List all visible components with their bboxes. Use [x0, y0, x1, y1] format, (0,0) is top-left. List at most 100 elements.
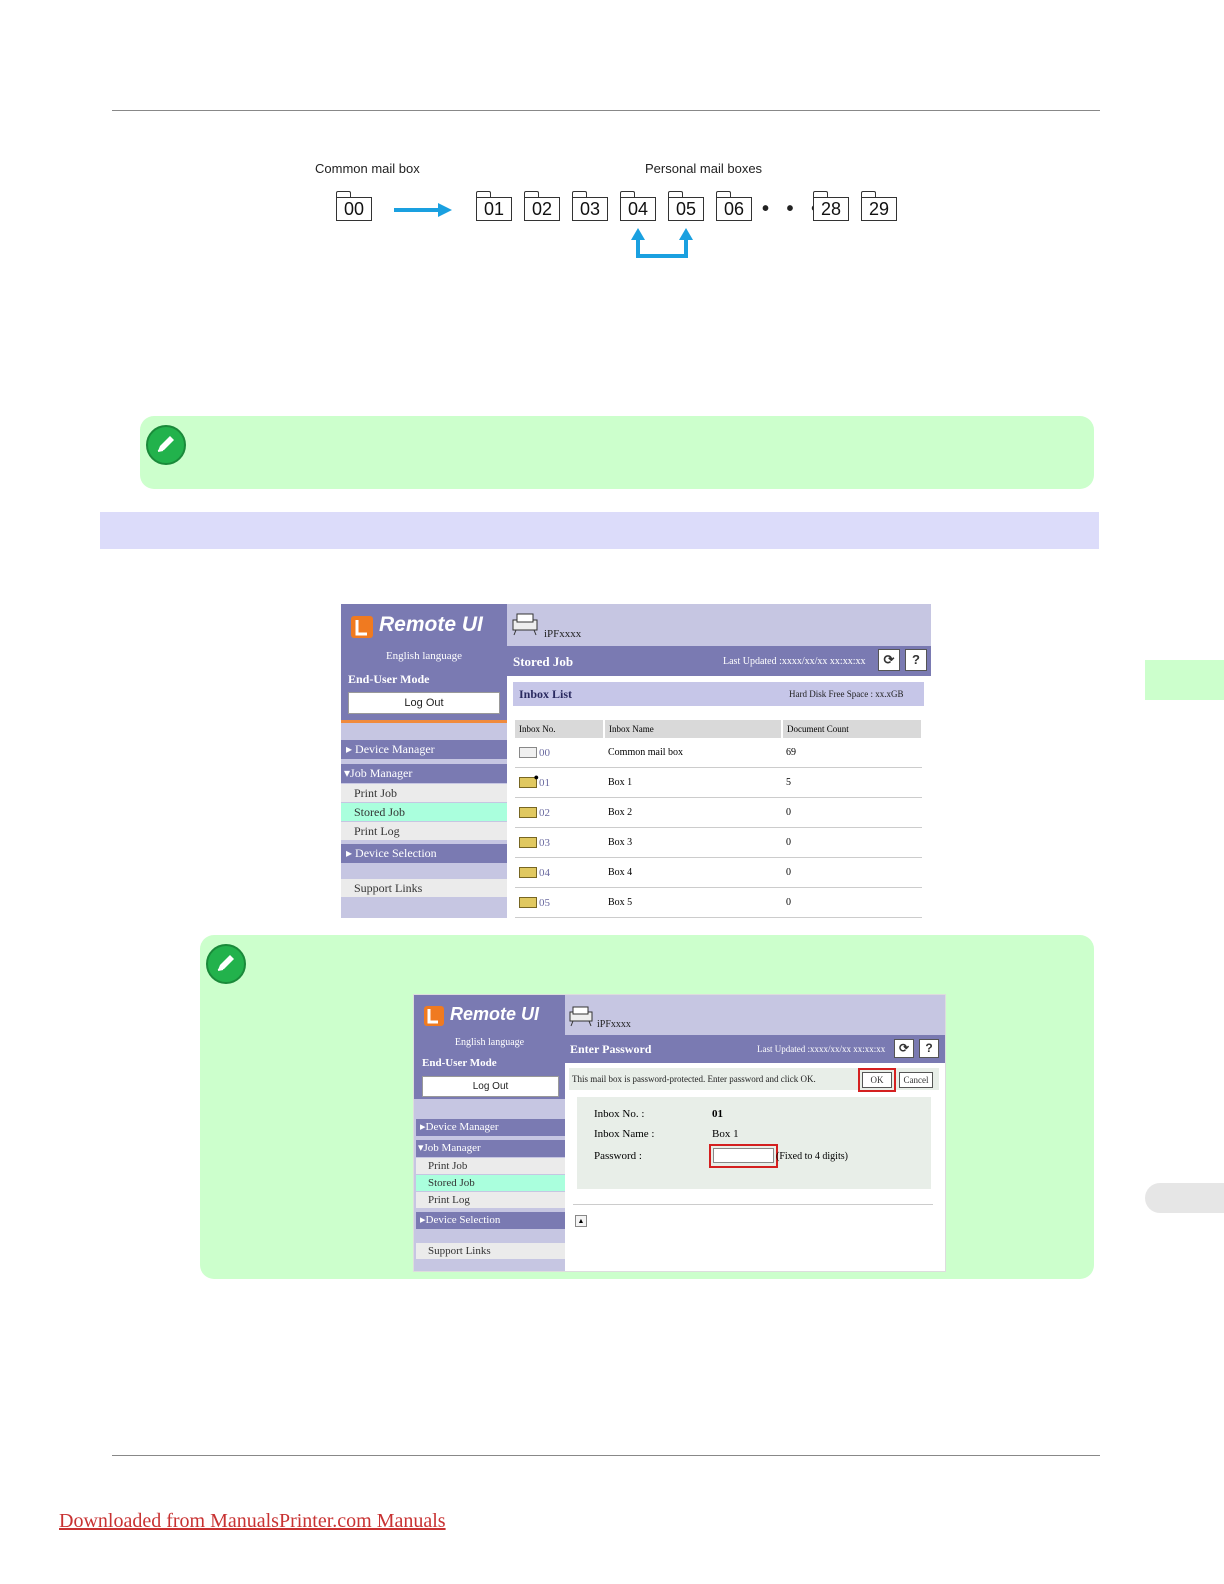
remote-ui-logo-icon: [424, 1006, 444, 1026]
document-count: 0: [782, 887, 922, 918]
remote-ui-enter-password-screenshot: Remote UI English language End-User Mode…: [413, 994, 946, 1272]
logo-text: Remote UI: [450, 1004, 540, 1024]
inbox-table: Inbox No. Inbox Name Document Count 00 C…: [515, 720, 923, 918]
pencil-note-icon: [146, 425, 186, 465]
inbox-number-link[interactable]: 04: [539, 867, 550, 879]
logout-button[interactable]: Log Out: [348, 692, 500, 714]
document-count: 69: [782, 738, 922, 768]
password-label: Password :: [594, 1150, 642, 1162]
document-count: 0: [782, 797, 922, 828]
menu-device-manager[interactable]: ▸Device Manager: [416, 1119, 565, 1136]
remote-ui-stored-job-screenshot: Remote UI English language End-User Mode…: [341, 604, 931, 918]
inbox-number-link[interactable]: 01: [539, 777, 550, 789]
mailbox-06: 06: [716, 191, 752, 221]
mailbox-05: 05: [668, 191, 704, 221]
menu-print-job[interactable]: Print Job: [341, 784, 507, 802]
password-input[interactable]: [713, 1148, 774, 1163]
cancel-button[interactable]: Cancel: [899, 1072, 933, 1088]
mailbox-02: 02: [524, 191, 560, 221]
note-box: [140, 416, 1094, 489]
inbox-name-label: Inbox Name :: [594, 1128, 655, 1140]
common-mailbox-label: Common mail box: [315, 161, 420, 176]
table-row[interactable]: ● 01 Box 1 5: [515, 767, 922, 798]
language-label: English language: [454, 1037, 525, 1048]
help-button[interactable]: ?: [919, 1039, 939, 1058]
printer-icon: [569, 1006, 593, 1027]
document-count: 5: [782, 767, 922, 798]
inbox-no-label: Inbox No. :: [594, 1108, 645, 1120]
pencil-note-icon: [206, 944, 246, 984]
footer-download-link[interactable]: Downloaded from ManualsPrinter.com Manua…: [59, 1510, 446, 1533]
right-arrow-icon: [394, 203, 452, 217]
menu-job-manager[interactable]: ▾Job Manager: [416, 1140, 565, 1157]
inbox-number-link[interactable]: 05: [539, 897, 550, 909]
mailbox-28: 28: [813, 191, 849, 221]
inbox-name: Box 1: [604, 767, 782, 798]
inbox-name-value: Box 1: [712, 1128, 739, 1140]
index-tab: [1145, 1183, 1224, 1213]
inbox-name: Box 3: [604, 827, 782, 858]
table-row[interactable]: 03 Box 3 0: [515, 827, 922, 858]
divider: [573, 1204, 933, 1205]
document-count: 0: [782, 827, 922, 858]
inbox-name: Box 5: [604, 887, 782, 918]
mailbox-icon: [519, 897, 537, 908]
mailbox-00: 00: [336, 191, 372, 221]
refresh-button[interactable]: ⟳: [878, 649, 900, 671]
printer-name: iPFxxxx: [597, 1019, 631, 1030]
mode-label: End-User Mode: [422, 1057, 497, 1069]
page-top-icon[interactable]: ▲: [575, 1215, 587, 1227]
refresh-button[interactable]: ⟳: [894, 1039, 914, 1058]
menu-device-selection[interactable]: ▸Device Selection: [416, 1212, 565, 1229]
mailbox-01: 01: [476, 191, 512, 221]
column-header: Inbox No.: [515, 720, 605, 738]
password-message: This mail box is password-protected. Ent…: [572, 1074, 816, 1084]
locked-mailbox-icon: ●: [519, 772, 539, 788]
menu-job-manager[interactable]: ▾Job Manager: [341, 764, 507, 783]
refresh-icon: ⟳: [883, 652, 895, 667]
page-title: Stored Job: [513, 654, 574, 669]
ok-button[interactable]: OK: [862, 1072, 892, 1088]
mailbox-icon: [519, 867, 537, 878]
transfer-arrow-icon: [631, 228, 693, 258]
menu-device-selection[interactable]: ▸ Device Selection: [341, 844, 507, 863]
orange-divider: [341, 720, 507, 723]
menu-print-log[interactable]: Print Log: [416, 1192, 565, 1208]
help-button[interactable]: ?: [905, 649, 927, 671]
table-row[interactable]: 05 Box 5 0: [515, 887, 922, 918]
mailbox-29: 29: [861, 191, 897, 221]
refresh-icon: ⟳: [898, 1041, 910, 1055]
document-count: 0: [782, 857, 922, 888]
inbox-number-link[interactable]: 03: [539, 837, 550, 849]
table-row[interactable]: 04 Box 4 0: [515, 857, 922, 888]
section-header-bar: [100, 512, 1099, 549]
table-header-row: Inbox No. Inbox Name Document Count: [515, 720, 923, 738]
last-updated: Last Updated :xxxx/xx/xx xx:xx:xx: [723, 656, 866, 667]
inbox-number-link[interactable]: 02: [539, 807, 550, 819]
menu-stored-job[interactable]: Stored Job: [416, 1175, 565, 1191]
printer-icon: [512, 613, 538, 636]
mailbox-icon: [519, 747, 537, 758]
menu-support-links[interactable]: Support Links: [416, 1243, 565, 1259]
language-label: English language: [385, 650, 463, 662]
menu-stored-job[interactable]: Stored Job: [341, 803, 507, 821]
inbox-number-link[interactable]: 00: [539, 747, 550, 759]
mailbox-03: 03: [572, 191, 608, 221]
menu-print-job[interactable]: Print Job: [416, 1158, 565, 1174]
mailbox-04: 04: [620, 191, 656, 221]
inbox-no-value: 01: [712, 1108, 723, 1120]
inbox-list-title: Inbox List: [519, 687, 573, 701]
menu-support-links[interactable]: Support Links: [341, 879, 507, 897]
table-row[interactable]: 02 Box 2 0: [515, 797, 922, 828]
logo-text: Remote UI: [379, 613, 483, 636]
disk-free-space: Hard Disk Free Space : xx.xGB: [789, 689, 904, 699]
menu-device-manager[interactable]: ▸ Device Manager: [341, 740, 507, 759]
menu-print-log[interactable]: Print Log: [341, 822, 507, 840]
inbox-name: Box 2: [604, 797, 782, 828]
table-row[interactable]: 00 Common mail box 69: [515, 738, 922, 768]
last-updated: Last Updated :xxxx/xx/xx xx:xx:xx: [757, 1044, 886, 1054]
logout-button[interactable]: Log Out: [422, 1076, 559, 1097]
page-title: Enter Password: [570, 1042, 652, 1056]
header-rule: [112, 110, 1100, 111]
remote-ui-logo-icon: [351, 616, 373, 638]
